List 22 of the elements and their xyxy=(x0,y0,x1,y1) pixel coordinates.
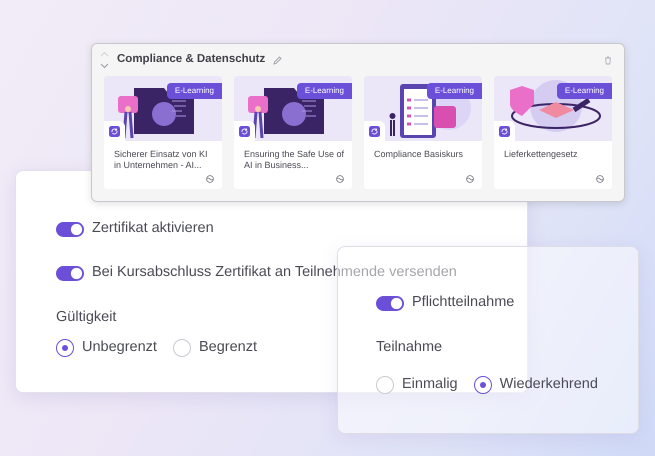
radio-label: Wiederkehrend xyxy=(500,374,598,394)
toggle-label: Zertifikat aktivieren xyxy=(92,219,214,238)
course-card[interactable]: E-Learning Compliance Basiskurs xyxy=(364,76,482,189)
radio-label: Begrenzt xyxy=(198,338,258,357)
course-card[interactable]: E-Learning Sicherer Einsatz von KI in Unternehmen - AI... xyxy=(104,76,222,189)
type-badge: E-Learning xyxy=(296,83,352,99)
course-title: Compliance Basiskurs xyxy=(373,148,464,160)
toggle-label: Pflichtteilnahme xyxy=(412,293,514,312)
toggle-label: Bei Kursabschluss Zertifikat an Teilnehmende versenden xyxy=(92,263,457,282)
group-title: Compliance & Datenschutz xyxy=(117,52,266,68)
course-title: Lieferkettengesetz xyxy=(503,148,579,160)
type-badge: E-Learning xyxy=(166,83,222,99)
course-card[interactable]: E-Learning Lieferkettengesetz xyxy=(494,76,612,189)
type-badge: E-Learning xyxy=(426,83,482,99)
course-title: Sicherer Einsatz von KI in Unternehmen - AI... xyxy=(113,148,209,171)
type-badge: E-Learning xyxy=(556,83,612,99)
field-label: Teilnahme xyxy=(376,338,444,357)
field-label: Gültigkeit xyxy=(56,308,118,327)
course-title: Ensuring the Safe Use of AI in Business... xyxy=(243,148,346,171)
course-card[interactable]: E-Learning Ensuring the Safe Use of AI in Business... xyxy=(234,76,352,189)
radio-label: Unbegrenzt xyxy=(82,338,157,357)
radio-label: Einmalig xyxy=(402,374,458,394)
